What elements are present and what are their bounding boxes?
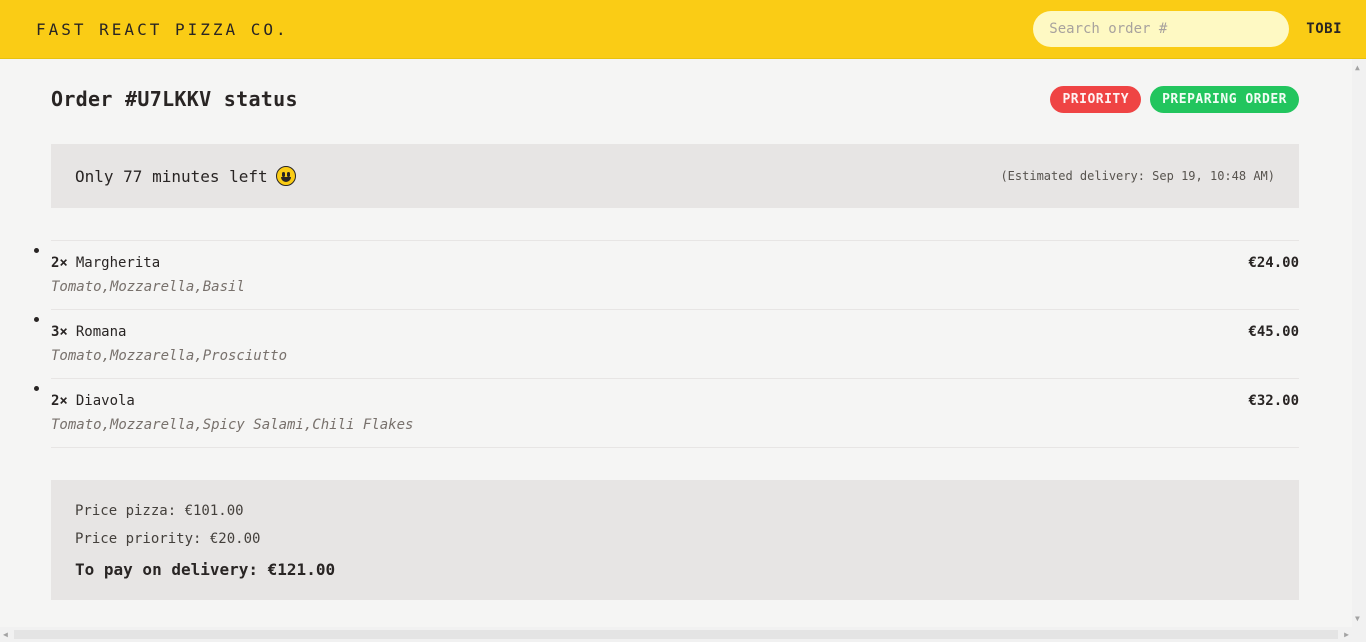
eta-message: Only 77 minutes left	[75, 166, 296, 186]
order-totals-panel: Price pizza: €101.00 Price priority: €20…	[51, 480, 1299, 600]
list-item: 2× Margherita €24.00 Tomato,Mozzarella,B…	[51, 241, 1299, 310]
delivery-eta-panel: Only 77 minutes left (Estimated delivery…	[51, 144, 1299, 208]
page-title: Order #U7LKKV status	[51, 87, 298, 111]
order-page: Order #U7LKKV status Priority Preparing …	[0, 59, 1352, 627]
scroll-right-icon[interactable]: ▶	[1344, 630, 1349, 639]
status-badge: Preparing order	[1150, 85, 1299, 113]
status-badges: Priority Preparing order	[1050, 85, 1299, 113]
username: TOBI	[1306, 21, 1342, 37]
smiling-face-icon	[275, 166, 296, 186]
estimated-delivery: (Estimated delivery: Sep 19, 10:48 AM)	[1000, 169, 1275, 183]
item-price: €45.00	[1248, 324, 1299, 340]
item-quantity: 3×	[51, 324, 68, 340]
search-order-input[interactable]	[1033, 11, 1290, 47]
item-price: €32.00	[1248, 393, 1299, 409]
price-pizza: Price pizza: €101.00	[75, 503, 244, 519]
priority-badge: Priority	[1050, 85, 1142, 113]
horizontal-scroll-thumb[interactable]	[14, 630, 1338, 639]
item-quantity: 2×	[51, 393, 68, 409]
horizontal-scrollbar[interactable]: ◀ ▶	[0, 627, 1366, 642]
item-price: €24.00	[1248, 255, 1299, 271]
scroll-down-icon[interactable]: ▼	[1355, 614, 1360, 623]
scroll-up-icon[interactable]: ▲	[1355, 63, 1360, 72]
item-quantity: 2×	[51, 255, 68, 271]
list-item: 3× Romana €45.00 Tomato,Mozzarella,Prosc…	[51, 310, 1299, 379]
item-ingredients: Tomato,Mozzarella,Spicy Salami,Chili Fla…	[51, 417, 414, 433]
item-name: Diavola	[75, 393, 135, 409]
item-name: Margherita	[75, 255, 161, 271]
price-priority: Price priority: €20.00	[75, 531, 261, 547]
scroll-left-icon[interactable]: ◀	[3, 630, 8, 639]
eta-message-text: Only 77 minutes left	[75, 166, 268, 186]
item-name: Romana	[75, 324, 127, 340]
item-ingredients: Tomato,Mozzarella,Prosciutto	[51, 348, 288, 364]
item-ingredients: Tomato,Mozzarella,Basil	[51, 279, 245, 295]
logo-link[interactable]: Fast React Pizza Co.	[36, 20, 289, 39]
list-item: 2× Diavola €32.00 Tomato,Mozzarella,Spic…	[51, 379, 1299, 448]
vertical-scrollbar[interactable]: ▲ ▼	[1352, 59, 1366, 627]
app-header: Fast React Pizza Co. TOBI	[0, 0, 1366, 59]
to-pay-total: To pay on delivery: €121.00	[75, 560, 336, 579]
order-items-list: 2× Margherita €24.00 Tomato,Mozzarella,B…	[51, 240, 1299, 448]
order-title-row: Order #U7LKKV status Priority Preparing …	[51, 85, 1299, 113]
